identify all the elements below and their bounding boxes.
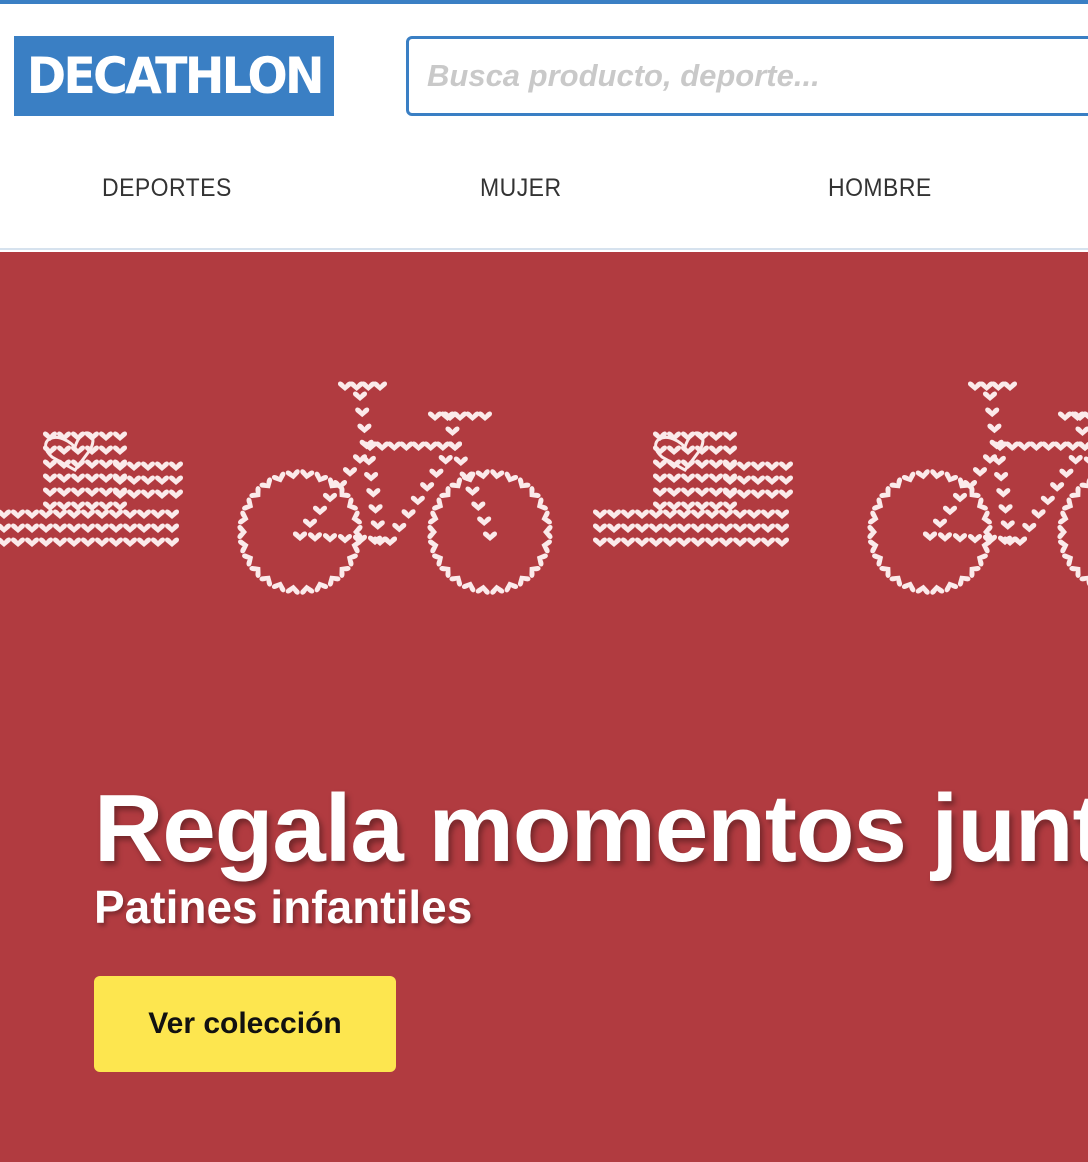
- skate-icon: [592, 431, 794, 547]
- nav-item-mujer[interactable]: MUJER: [480, 174, 562, 203]
- bicycle-icon: [867, 381, 1088, 595]
- hero-banner: Regala momentos juntos Patines infantile…: [0, 252, 1088, 1162]
- skate-icon: [0, 431, 184, 547]
- knitted-hearts-illustration: [0, 381, 1088, 595]
- nav-item-deportes[interactable]: DEPORTES: [102, 174, 232, 203]
- nav-item-hombre[interactable]: HOMBRE: [828, 174, 932, 203]
- site-header: DECATHLON DEPORTES MUJER HOMBRE: [0, 4, 1088, 250]
- hero-subtitle: Patines infantiles: [94, 881, 473, 933]
- search-bar[interactable]: [406, 36, 1088, 116]
- hero-title: Regala momentos juntos: [94, 775, 1088, 882]
- logo-text: DECATHLON: [26, 47, 324, 105]
- bicycle-icon: [237, 381, 553, 595]
- main-nav: DEPORTES MUJER HOMBRE: [0, 174, 1088, 224]
- search-input[interactable]: [427, 39, 1088, 113]
- decathlon-logo[interactable]: DECATHLON: [14, 36, 334, 116]
- view-collection-button[interactable]: Ver colección: [94, 976, 396, 1072]
